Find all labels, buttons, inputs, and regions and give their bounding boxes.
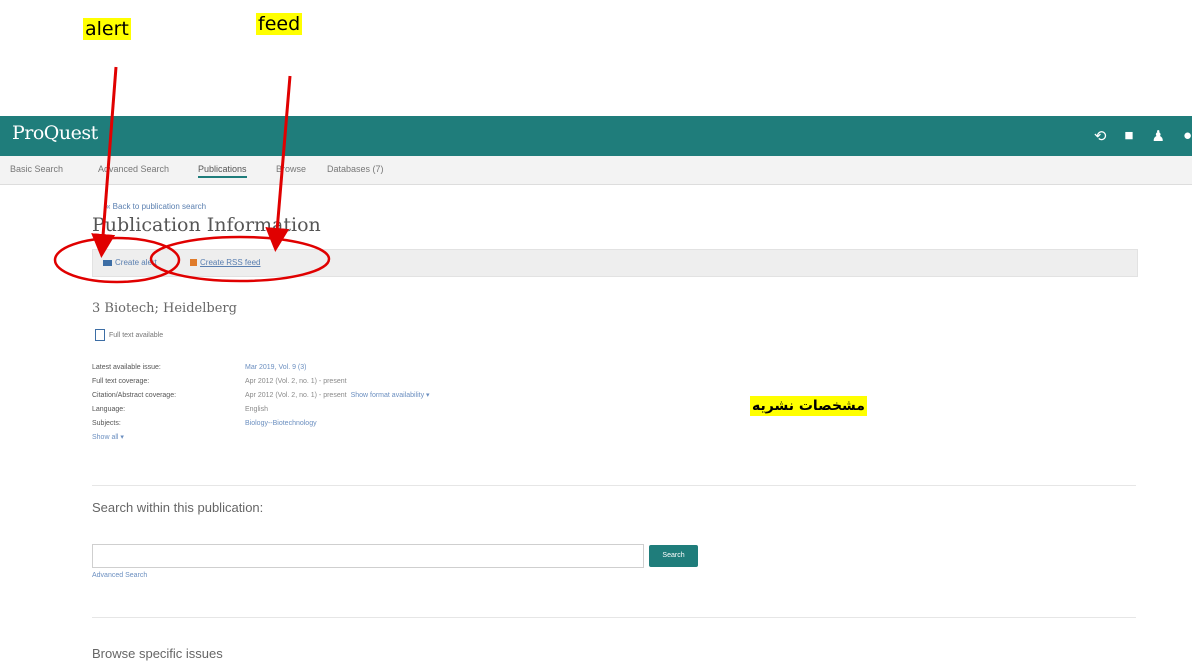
tab-browse[interactable]: Browse: [276, 164, 306, 174]
publication-details: Latest available issue: Mar 2019, Vol. 9…: [92, 361, 430, 445]
rss-icon: [190, 259, 197, 267]
page-title: Publication Information: [92, 214, 321, 236]
detail-row: Latest available issue: Mar 2019, Vol. 9…: [92, 361, 430, 375]
alert-annotation-label: alert: [83, 18, 131, 40]
detail-value: Apr 2012 (Vol. 2, no. 1) - present: [245, 392, 347, 399]
detail-label: Full text coverage:: [92, 378, 150, 385]
main-nav: Basic Search Advanced Search Publication…: [0, 156, 1192, 185]
search-within-heading: Search within this publication:: [92, 500, 264, 515]
full-text-label: Full text available: [109, 331, 164, 339]
browse-issues-heading: Browse specific issues: [92, 646, 223, 661]
more-icon[interactable]: ●: [1183, 127, 1192, 145]
search-within-input[interactable]: [92, 544, 644, 568]
search-button[interactable]: Search: [649, 545, 698, 567]
proquest-logo[interactable]: ProQuest: [12, 122, 98, 144]
detail-value: Apr 2012 (Vol. 2, no. 1) - present: [245, 378, 347, 385]
show-all-link[interactable]: Show all ▾: [92, 431, 430, 445]
subject-link[interactable]: Biology--Biotechnology: [245, 417, 317, 431]
header-bar: ProQuest ⟲ ■ ♟ ●: [0, 116, 1192, 156]
tab-publications[interactable]: Publications: [198, 164, 247, 178]
folder-icon[interactable]: ■: [1124, 127, 1133, 145]
tab-basic-search[interactable]: Basic Search: [10, 164, 63, 174]
annotation-overlay: [53, 66, 331, 284]
detail-row: Citation/Abstract coverage: Apr 2012 (Vo…: [92, 389, 430, 403]
publication-name: 3 Biotech; Heidelberg: [92, 301, 237, 316]
user-icon[interactable]: ♟: [1151, 127, 1164, 145]
tab-advanced-search[interactable]: Advanced Search: [98, 164, 169, 174]
detail-label: Language:: [92, 406, 126, 413]
divider: [92, 485, 1136, 486]
detail-row: Subjects: Biology--Biotechnology: [92, 417, 430, 431]
back-to-publication-search-link[interactable]: « Back to publication search: [106, 202, 206, 211]
latest-issue-link[interactable]: Mar 2019, Vol. 9 (3): [245, 361, 306, 375]
action-toolbar: Create alert Create RSS feed: [92, 249, 1138, 277]
detail-label: Citation/Abstract coverage:: [92, 392, 177, 399]
divider: [92, 617, 1136, 618]
create-alert-label: Create alert: [115, 258, 157, 267]
advanced-search-link[interactable]: Advanced Search: [92, 572, 147, 579]
publication-details-annotation-label: مشخصات نشریه: [750, 396, 867, 416]
detail-label: Subjects:: [92, 420, 121, 427]
full-text-indicator: Full text available: [95, 329, 163, 341]
detail-row: Full text coverage: Apr 2012 (Vol. 2, no…: [92, 375, 430, 389]
create-alert-button[interactable]: Create alert: [103, 258, 157, 267]
header-icons: ⟲ ■ ♟ ●: [1094, 127, 1192, 145]
detail-row: Language: English: [92, 403, 430, 417]
envelope-icon: [103, 259, 112, 266]
history-icon[interactable]: ⟲: [1094, 127, 1107, 145]
detail-value: English: [245, 406, 268, 413]
show-format-availability-link[interactable]: Show format availability ▾: [351, 389, 430, 403]
create-rss-feed-button[interactable]: Create RSS feed: [190, 258, 260, 267]
document-icon: [95, 329, 105, 341]
tab-databases[interactable]: Databases (7): [327, 164, 384, 174]
create-rss-feed-label: Create RSS feed: [200, 258, 261, 267]
feed-annotation-label: feed: [256, 13, 303, 35]
detail-label: Latest available issue:: [92, 364, 161, 371]
